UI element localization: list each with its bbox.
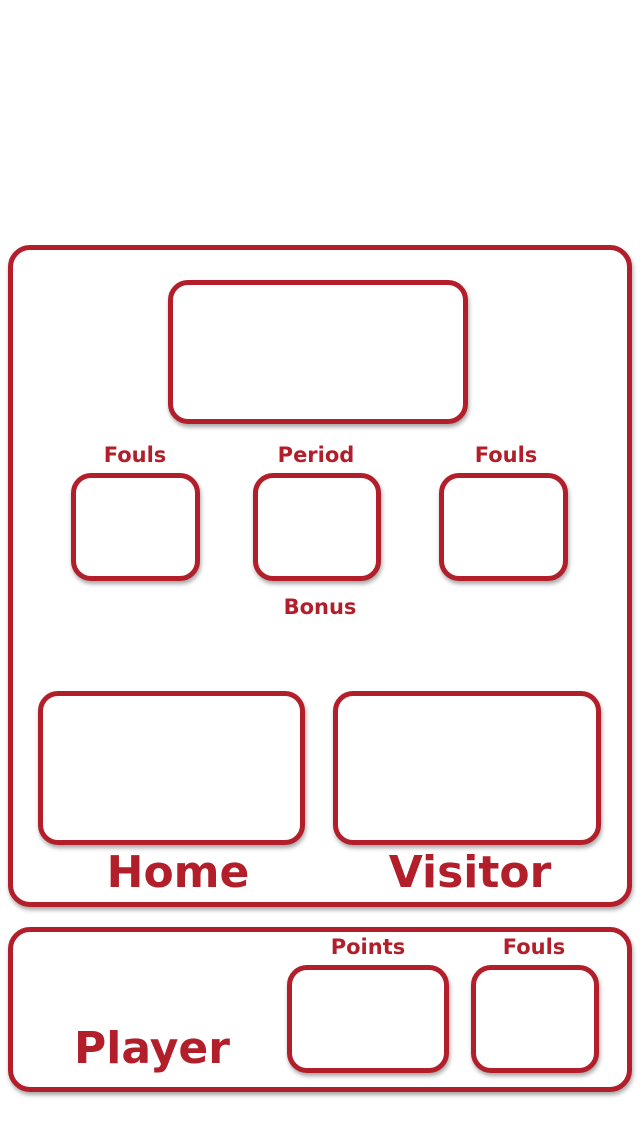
home-label: Home (106, 847, 250, 898)
visitor-label: Visitor (388, 847, 552, 898)
period-label: Period (277, 443, 355, 467)
player-fouls-label: Fouls (502, 935, 566, 959)
visitor-fouls-display[interactable] (439, 473, 568, 581)
player-points-display[interactable] (287, 965, 449, 1073)
home-fouls-label: Fouls (103, 443, 167, 467)
bonus-label: Bonus (283, 595, 357, 619)
player-label: Player (74, 1023, 230, 1074)
period-display[interactable] (253, 473, 381, 581)
player-points-label: Points (330, 935, 406, 959)
home-fouls-display[interactable] (71, 473, 200, 581)
game-clock-display[interactable] (168, 280, 468, 424)
visitor-fouls-label: Fouls (474, 443, 538, 467)
player-fouls-display[interactable] (471, 965, 599, 1073)
home-score-display[interactable] (38, 691, 305, 845)
visitor-score-display[interactable] (333, 691, 601, 845)
